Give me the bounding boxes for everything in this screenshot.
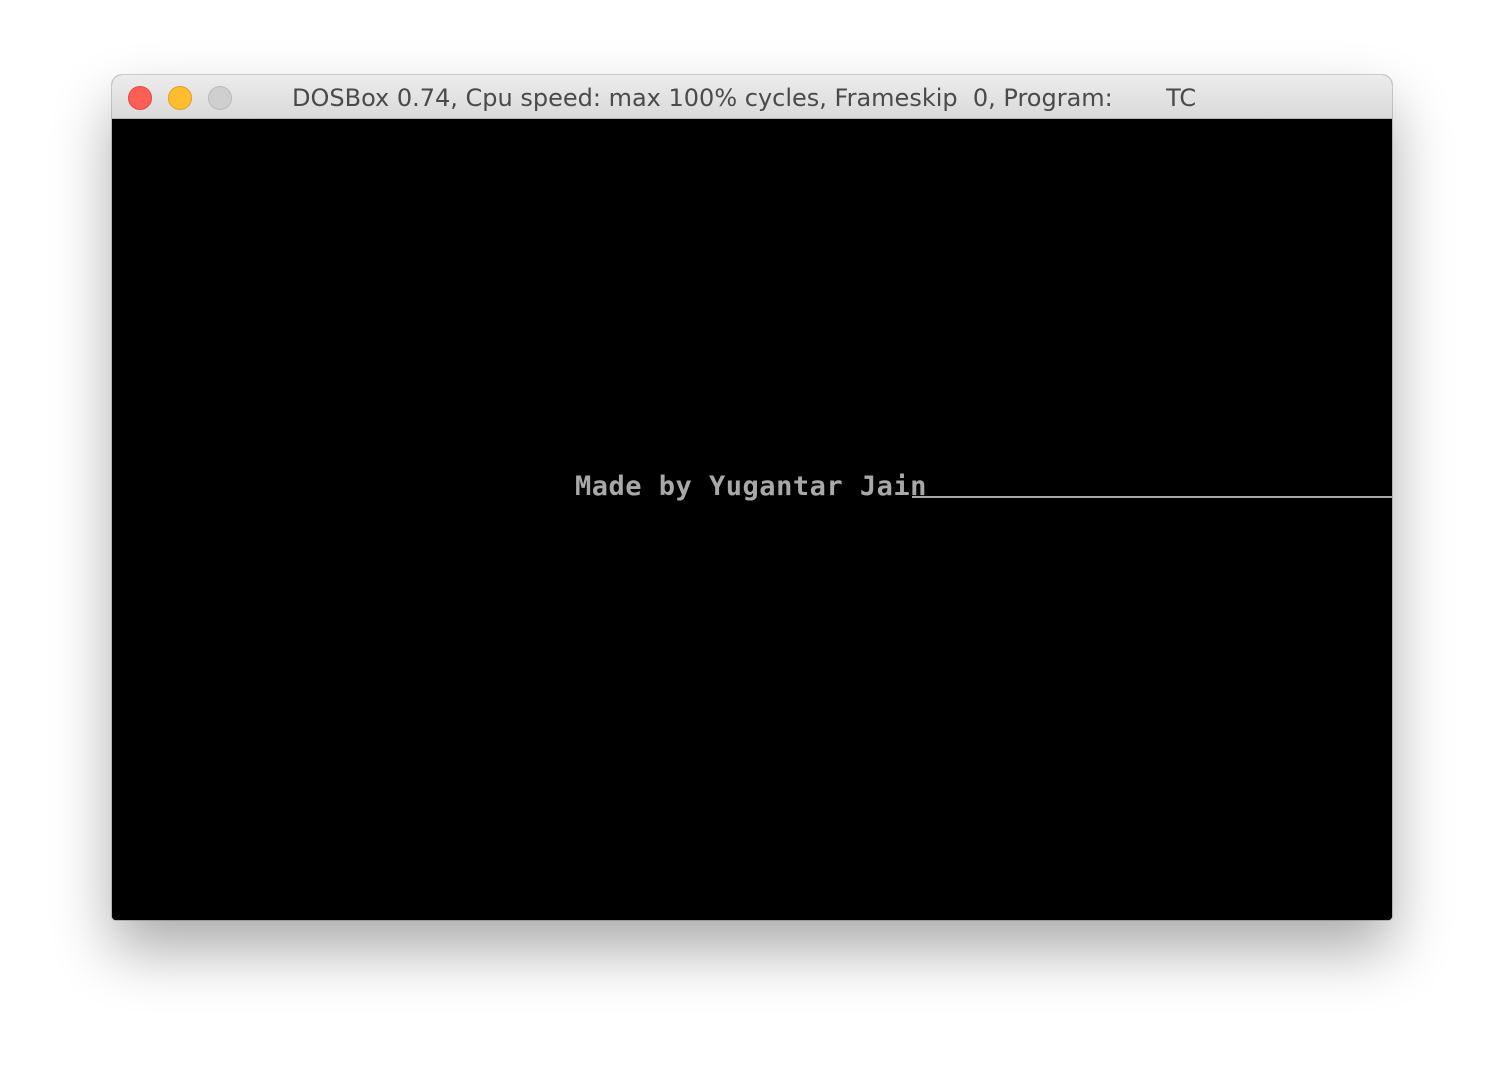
- title-bar[interactable]: DOSBox 0.74, Cpu speed: max 100% cycles,…: [112, 75, 1392, 119]
- window-title: DOSBox 0.74, Cpu speed: max 100% cycles,…: [292, 84, 1197, 112]
- dosbox-window: DOSBox 0.74, Cpu speed: max 100% cycles,…: [112, 75, 1392, 920]
- credits-text: Made by Yugantar Jain: [575, 471, 927, 502]
- minimize-button[interactable]: [168, 86, 192, 110]
- underline-line: [912, 496, 1392, 498]
- close-button[interactable]: [128, 86, 152, 110]
- zoom-button[interactable]: [208, 86, 232, 110]
- dos-screen[interactable]: Made by Yugantar Jain: [112, 119, 1392, 920]
